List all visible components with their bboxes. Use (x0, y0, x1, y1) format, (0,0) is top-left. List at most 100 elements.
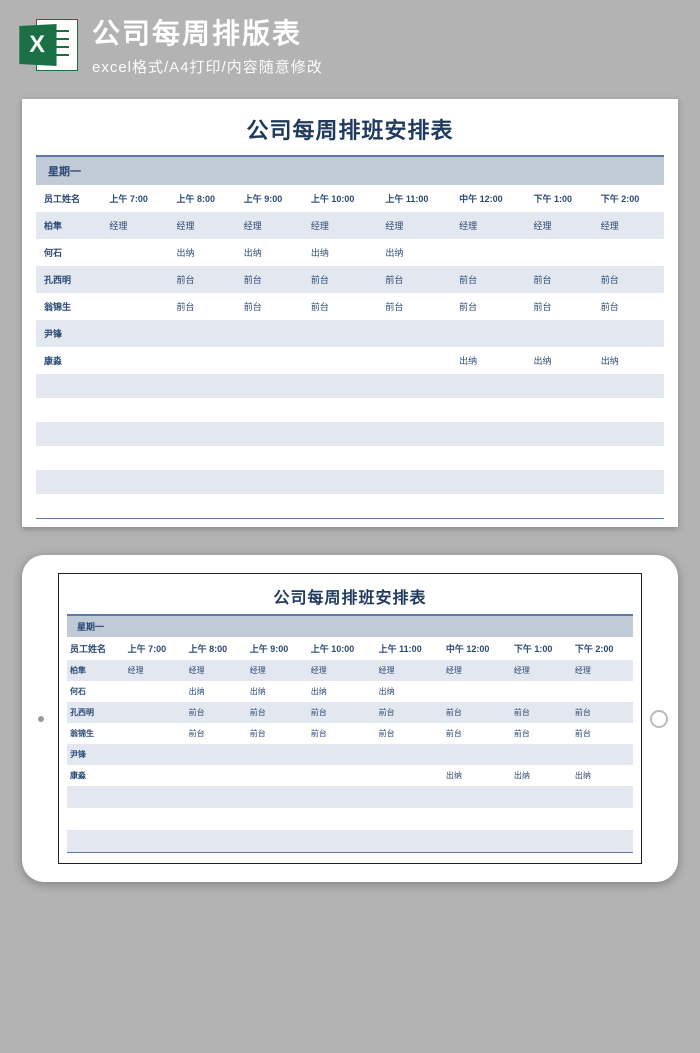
table-header-row: 员工姓名 上午 7:00 上午 8:00 上午 9:00 上午 10:00 上午… (36, 185, 664, 212)
schedule-cell: 出纳 (572, 765, 633, 786)
table-row: 康淼出纳出纳出纳 (36, 347, 664, 374)
schedule-cell (105, 320, 172, 347)
schedule-cell (443, 744, 511, 765)
sheet-title: 公司每周排班安排表 (61, 576, 639, 614)
sheet-title: 公司每周排班安排表 (26, 99, 674, 155)
col-time: 上午 9:00 (247, 637, 308, 660)
schedule-cell: 前台 (376, 702, 443, 723)
schedule-cell (308, 765, 376, 786)
schedule-cell: 前台 (443, 702, 511, 723)
table-row (67, 808, 633, 830)
schedule-cell (511, 744, 572, 765)
employee-name: 尹锋 (67, 744, 125, 765)
table-row (36, 494, 664, 518)
schedule-cell: 前台 (173, 293, 240, 320)
schedule-cell (381, 320, 455, 347)
table-row (36, 374, 664, 398)
schedule-cell: 经理 (511, 660, 572, 681)
schedule-cell: 前台 (307, 293, 381, 320)
schedule-cell: 经理 (443, 660, 511, 681)
table-row: 孔西明前台前台前台前台前台前台前台 (36, 266, 664, 293)
schedule-cell (511, 681, 572, 702)
schedule-cell: 前台 (572, 723, 633, 744)
schedule-cell: 前台 (381, 266, 455, 293)
employee-name: 康淼 (36, 347, 105, 374)
table-row: 康淼出纳出纳出纳 (67, 765, 633, 786)
schedule-cell (105, 239, 172, 266)
schedule-cell: 经理 (307, 212, 381, 239)
schedule-cell (105, 293, 172, 320)
schedule-cell (173, 347, 240, 374)
tablet-home-button-icon (650, 710, 668, 728)
day-label: 星期一 (36, 157, 664, 185)
schedule-cell (247, 765, 308, 786)
schedule-cell: 前台 (455, 266, 529, 293)
employee-name: 柏隼 (36, 212, 105, 239)
schedule-cell: 前台 (455, 293, 529, 320)
schedule-cell (173, 320, 240, 347)
table-header-row: 员工姓名 上午 7:00 上午 8:00 上午 9:00 上午 10:00 上午… (67, 637, 633, 660)
page-subtitle: excel格式/A4打印/内容随意修改 (92, 56, 680, 77)
employee-name: 柏隼 (67, 660, 125, 681)
table-row: 何石出纳出纳出纳出纳 (36, 239, 664, 266)
col-time: 下午 1:00 (511, 637, 572, 660)
schedule-cell (247, 744, 308, 765)
schedule-cell (105, 347, 172, 374)
col-time: 上午 10:00 (307, 185, 381, 212)
schedule-cell (530, 239, 597, 266)
table-row (36, 446, 664, 470)
table-row (67, 786, 633, 808)
excel-icon: X (18, 15, 78, 75)
schedule-cell: 前台 (511, 702, 572, 723)
schedule-cell: 前台 (308, 702, 376, 723)
schedule-cell (125, 702, 186, 723)
table-row: 翁锦生前台前台前台前台前台前台前台 (67, 723, 633, 744)
employee-name: 翁锦生 (67, 723, 125, 744)
schedule-cell: 前台 (443, 723, 511, 744)
schedule-cell: 前台 (530, 293, 597, 320)
schedule-cell: 经理 (530, 212, 597, 239)
table-row: 柏隼经理经理经理经理经理经理经理经理 (67, 660, 633, 681)
col-time: 上午 10:00 (308, 637, 376, 660)
schedule-cell: 经理 (240, 212, 307, 239)
schedule-cell (240, 320, 307, 347)
day-label: 星期一 (67, 616, 633, 637)
col-time: 下午 2:00 (597, 185, 664, 212)
schedule-cell (307, 320, 381, 347)
schedule-cell: 前台 (572, 702, 633, 723)
col-time: 上午 11:00 (381, 185, 455, 212)
schedule-cell: 前台 (247, 723, 308, 744)
employee-name: 康淼 (67, 765, 125, 786)
schedule-cell (125, 681, 186, 702)
schedule-cell: 前台 (376, 723, 443, 744)
col-time: 下午 1:00 (530, 185, 597, 212)
schedule-cell: 出纳 (530, 347, 597, 374)
schedule-cell: 经理 (247, 660, 308, 681)
schedule-cell (572, 681, 633, 702)
schedule-cell: 经理 (597, 212, 664, 239)
schedule-cell: 经理 (125, 660, 186, 681)
schedule-cell: 出纳 (443, 765, 511, 786)
schedule-cell: 出纳 (186, 681, 247, 702)
schedule-cell: 前台 (240, 293, 307, 320)
schedule-cell: 经理 (455, 212, 529, 239)
schedule-cell (597, 320, 664, 347)
schedule-cell: 出纳 (308, 681, 376, 702)
tablet-mockup: 公司每周排班安排表 星期一 员工姓名 上午 7:00 上午 8:00 上午 9:… (22, 555, 678, 882)
schedule-table: 员工姓名 上午 7:00 上午 8:00 上午 9:00 上午 10:00 上午… (67, 637, 633, 852)
schedule-cell: 出纳 (597, 347, 664, 374)
schedule-cell: 前台 (186, 723, 247, 744)
table-row: 何石出纳出纳出纳出纳 (67, 681, 633, 702)
employee-name: 何石 (67, 681, 125, 702)
schedule-cell: 前台 (173, 266, 240, 293)
schedule-cell (597, 239, 664, 266)
schedule-cell (240, 347, 307, 374)
schedule-cell: 前台 (381, 293, 455, 320)
schedule-cell: 出纳 (240, 239, 307, 266)
schedule-cell: 前台 (511, 723, 572, 744)
spreadsheet-preview: 公司每周排班安排表 星期一 员工姓名 上午 7:00 上午 8:00 上午 9:… (22, 99, 678, 527)
schedule-cell (125, 744, 186, 765)
page-title: 公司每周排版表 (92, 12, 680, 52)
schedule-cell (572, 744, 633, 765)
schedule-cell: 经理 (105, 212, 172, 239)
